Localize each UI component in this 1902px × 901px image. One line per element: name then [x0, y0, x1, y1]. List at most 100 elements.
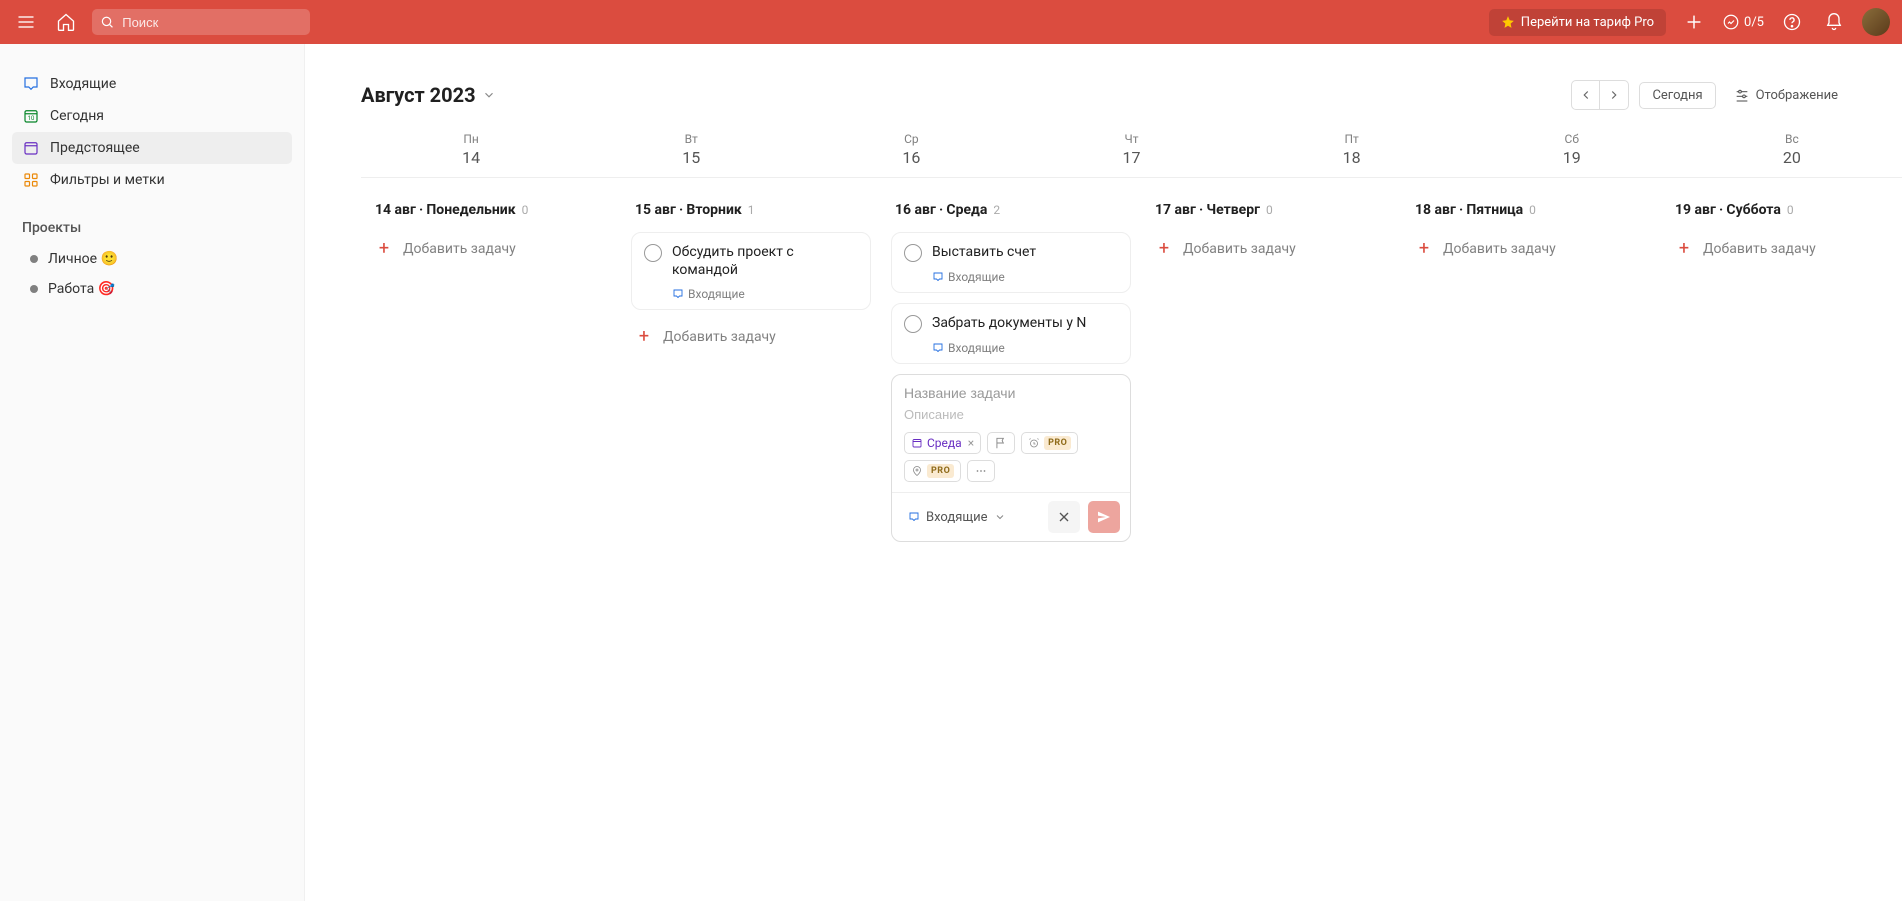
quick-add-title-input[interactable] [904, 385, 1118, 401]
quick-add-cancel-button[interactable] [1048, 501, 1080, 533]
send-icon [1096, 509, 1112, 525]
main-header: Август 2023 Сегодня Отображение [361, 80, 1902, 110]
task-checkbox[interactable] [904, 244, 922, 262]
task-card[interactable]: Выставить счет Входящие [891, 232, 1131, 293]
close-icon [1056, 509, 1072, 525]
view-button[interactable]: Отображение [1726, 82, 1846, 108]
task-project[interactable]: Входящие [932, 270, 1118, 284]
sidebar-item-inbox[interactable]: Входящие [12, 68, 292, 100]
week-day-num: 20 [1682, 148, 1902, 167]
week-day-num: 18 [1242, 148, 1462, 167]
chevron-left-icon [1579, 88, 1593, 102]
chevron-right-icon [1607, 88, 1621, 102]
week-day[interactable]: Чт17 [1021, 126, 1241, 177]
add-task-button[interactable]: + Добавить задачу [371, 232, 611, 265]
productivity-icon [1722, 13, 1740, 31]
week-day-num: 15 [581, 148, 801, 167]
quick-add-submit-button[interactable] [1088, 501, 1120, 533]
priority-chip[interactable] [987, 432, 1015, 454]
sidebar-item-upcoming[interactable]: Предстоящее [12, 132, 292, 164]
task-card[interactable]: Обсудить проект с командой Входящие [631, 232, 871, 310]
search-input[interactable] [122, 15, 302, 30]
sliders-icon [1734, 87, 1750, 103]
task-project[interactable]: Входящие [932, 341, 1118, 355]
today-button[interactable]: Сегодня [1639, 82, 1715, 109]
week-day[interactable]: Пт 18 [1242, 126, 1462, 177]
menu-toggle-button[interactable] [12, 8, 40, 36]
more-chip[interactable] [967, 460, 995, 482]
quick-add-button[interactable] [1680, 8, 1708, 36]
week-day-name: Пт [1242, 132, 1462, 146]
date-chip-remove[interactable]: × [968, 436, 974, 450]
add-task-button[interactable]: +Добавить задачу [1411, 232, 1651, 265]
add-task-label: Добавить задачу [403, 241, 516, 257]
week-day-num: 17 [1021, 148, 1241, 167]
search-box[interactable] [92, 9, 310, 35]
column-header: 16 авг ‧ Среда2 [891, 202, 1131, 218]
column-date: 17 авг ‧ Четверг [1155, 202, 1260, 218]
day-column: 18 авг ‧ Пятница0+Добавить задачу [1401, 202, 1661, 542]
week-day[interactable]: Сб19 [1462, 126, 1682, 177]
sidebar-item-filters[interactable]: Фильтры и метки [12, 164, 292, 196]
reminder-chip[interactable]: PRO [1021, 432, 1078, 454]
chevron-down-icon [994, 511, 1006, 523]
add-task-button[interactable]: +Добавить задачу [631, 320, 871, 353]
sidebar-item-today[interactable]: 10 Сегодня [12, 100, 292, 132]
task-card[interactable]: Забрать документы у N Входящие [891, 303, 1131, 364]
project-item-work[interactable]: Работа 🎯 [12, 274, 292, 304]
week-day[interactable]: Пн14 [361, 126, 581, 177]
date-chip[interactable]: Среда × [904, 432, 981, 454]
column-header: 15 авг ‧ Вторник1 [631, 202, 871, 218]
productivity-button[interactable]: 0/5 [1722, 13, 1764, 31]
project-item-personal[interactable]: Личное 🙂 [12, 244, 292, 274]
upgrade-button[interactable]: Перейти на тариф Pro [1489, 9, 1666, 36]
column-count: 0 [1266, 203, 1273, 217]
next-week-button[interactable] [1600, 81, 1628, 109]
sidebar-item-label: Предстоящее [50, 140, 140, 156]
week-day-num: 14 [361, 148, 581, 167]
today-icon: 10 [22, 107, 40, 125]
projects-header[interactable]: Проекты [12, 212, 292, 244]
task-project[interactable]: Входящие [672, 287, 858, 301]
quick-add-description-input[interactable] [904, 407, 1118, 422]
column-count: 0 [522, 203, 529, 217]
task-title: Обсудить проект с командой [672, 243, 858, 279]
avatar[interactable] [1862, 8, 1890, 36]
week-day-num: 19 [1462, 148, 1682, 167]
date-chip-label: Среда [927, 436, 962, 450]
quick-add-project-picker[interactable]: Входящие [902, 506, 1012, 529]
pro-badge: PRO [1044, 436, 1071, 450]
add-task-button[interactable]: +Добавить задачу [1671, 232, 1902, 265]
week-day[interactable]: Вс20 [1682, 126, 1902, 177]
flag-icon [994, 436, 1008, 450]
column-count: 0 [1787, 203, 1794, 217]
chevron-down-icon [482, 88, 496, 102]
day-column: 17 авг ‧ Четверг 0 +Добавить задачу [1141, 202, 1401, 542]
column-date: 14 авг ‧ Понедельник [375, 202, 516, 218]
home-button[interactable] [52, 8, 80, 36]
week-day[interactable]: Вт15 [581, 126, 801, 177]
column-header: 19 авг ‧ Суббота0 [1671, 202, 1902, 218]
task-checkbox[interactable] [644, 244, 662, 262]
day-column: 15 авг ‧ Вторник1 Обсудить проект с кома… [621, 202, 881, 542]
location-chip[interactable]: PRO [904, 460, 961, 482]
column-header: 14 авг ‧ Понедельник 0 [371, 202, 611, 218]
bell-icon [1824, 12, 1844, 32]
notifications-button[interactable] [1820, 8, 1848, 36]
prev-week-button[interactable] [1572, 81, 1600, 109]
column-date: 18 авг ‧ Пятница [1415, 202, 1523, 218]
task-checkbox[interactable] [904, 315, 922, 333]
plus-icon: + [1415, 238, 1433, 259]
week-day[interactable]: Ср16 [801, 126, 1021, 177]
plus-icon: + [375, 238, 393, 259]
column-count: 2 [993, 203, 1000, 217]
month-title-text: Август 2023 [361, 83, 476, 107]
dots-icon [974, 464, 988, 478]
add-task-button[interactable]: +Добавить задачу [1151, 232, 1391, 265]
sidebar-item-label: Сегодня [50, 108, 104, 124]
month-picker[interactable]: Август 2023 [361, 83, 496, 107]
help-button[interactable] [1778, 8, 1806, 36]
project-dot [30, 255, 38, 263]
sidebar: Входящие 10 Сегодня Предстоящее Фильтры … [0, 44, 305, 901]
day-column: 19 авг ‧ Суббота0 +Добавить задачу [1661, 202, 1902, 542]
